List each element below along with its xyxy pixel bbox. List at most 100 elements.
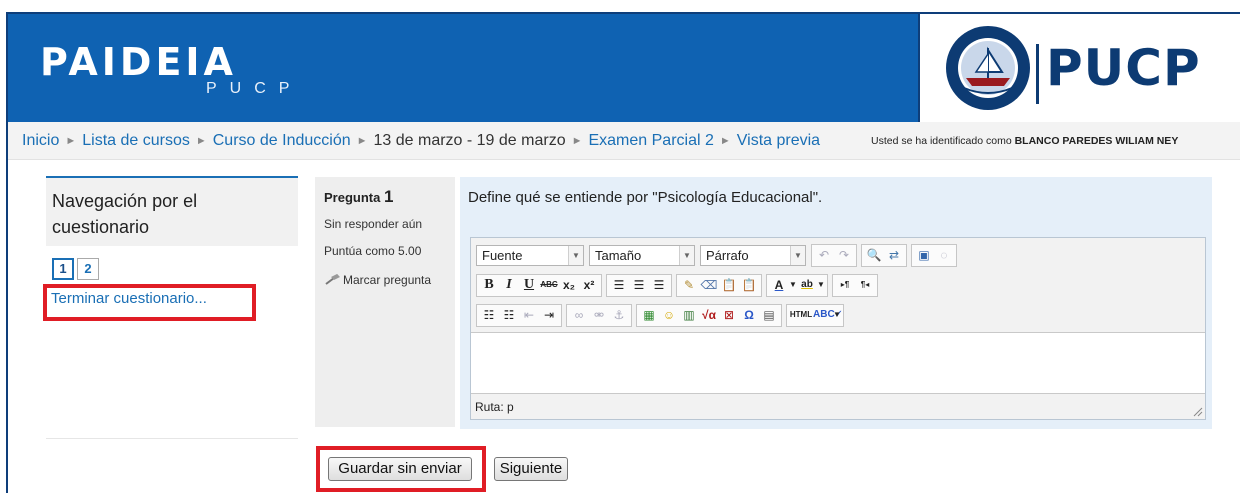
format-select[interactable]: Párrafo ▼ [700,244,806,266]
unlink-icon[interactable]: ⚮ [589,305,609,325]
rtl-icon[interactable]: ¶◂ [855,275,875,295]
text-style-group: B I U ABC x₂ x² [476,273,602,297]
flag-icon [325,274,340,285]
anchor-icon[interactable]: ⚓ [609,305,629,325]
equation-icon[interactable]: √α [699,305,719,325]
bold-icon[interactable]: B [479,275,499,295]
editor-path: Ruta: p [475,400,514,414]
search-group: 🔍 ⇄ [861,243,907,267]
nolink-icon[interactable]: ⊠ [719,305,739,325]
italic-icon[interactable]: I [499,275,519,295]
superscript-icon[interactable]: x² [579,275,599,295]
quiz-question-buttons: 12 [52,258,102,280]
toolbar-row-2: B I U ABC x₂ x² ☰ ☰ ☰ ✎ ⌫ 📋 📋 A ▼ ab ▼ ▸… [476,273,880,297]
breadcrumb-separator-icon: ► [356,135,368,147]
view-group: ▣ ◌ [911,243,957,267]
question-button-2[interactable]: 2 [77,258,99,280]
breadcrumb-separator-icon: ► [65,135,77,147]
chevron-down-icon[interactable]: ▼ [817,275,825,295]
replace-icon[interactable]: ⇄ [884,245,904,265]
breadcrumb-item[interactable]: Examen Parcial 2 [588,132,713,149]
eraser-icon[interactable]: ⌫ [699,275,719,295]
highlight-box-finish [43,284,256,321]
strikethrough-icon[interactable]: ABC [539,275,559,295]
redo-icon[interactable]: ↷ [834,245,854,265]
breadcrumb-item[interactable]: Inicio [22,132,59,149]
paste-word-icon[interactable]: 📋 [739,275,759,295]
flag-question-label: Marcar pregunta [343,273,432,287]
editor-text-area[interactable] [471,334,1205,392]
link-icon[interactable]: ∞ [569,305,589,325]
indent-icon[interactable]: ⇥ [539,305,559,325]
breadcrumb-item[interactable]: Curso de Inducción [213,132,351,149]
question-number: Pregunta 1 [324,187,393,207]
spellcheck-icon[interactable]: ABC✓ [813,305,843,325]
align-right-icon[interactable]: ☰ [649,275,669,295]
text-color-icon[interactable]: A [769,275,789,295]
history-group: ↶ ↷ [811,243,857,267]
rich-text-editor: Fuente ▼ Tamaño ▼ Párrafo ▼ ↶ ↷ 🔍 ⇄ ▣ ◌ … [470,237,1206,420]
pucp-seal-icon [946,26,1030,110]
spellcheck-toggle-icon[interactable]: ◌ [934,245,954,265]
bullet-list-icon[interactable]: ☷ [479,305,499,325]
question-info-panel: Pregunta 1 Sin responder aún Puntúa como… [315,177,455,427]
pucp-brand-text: PUCP [1046,39,1201,97]
breadcrumb-item: 13 de marzo - 19 de marzo [373,132,566,149]
resize-handle-icon[interactable] [1191,405,1203,417]
quiz-navigation-block: Navegación por el cuestionario [46,176,298,246]
question-number-value: 1 [383,187,394,206]
pucp-logo[interactable]: PUCP [918,14,1240,122]
find-icon[interactable]: 🔍 [864,245,884,265]
pucp-divider [1036,44,1039,104]
emoticon-icon[interactable]: ☺ [659,305,679,325]
question-label: Pregunta [324,190,381,205]
highlight-box-save [316,446,486,492]
special-char-icon[interactable]: Ω [739,305,759,325]
numbered-list-icon[interactable]: ☷ [499,305,519,325]
question-grade: Puntúa como 5.00 [324,244,422,258]
paideia-logo-text: PAIDEIA [40,40,237,84]
ltr-icon[interactable]: ▸¶ [835,275,855,295]
undo-icon[interactable]: ↶ [814,245,834,265]
breadcrumb-item[interactable]: Lista de cursos [82,132,190,149]
chevron-down-icon[interactable]: ▼ [789,275,797,295]
next-button[interactable]: Siguiente [494,457,568,481]
chevron-down-icon[interactable]: ▼ [833,305,841,325]
login-user-link[interactable]: BLANCO PAREDES WILIAM NEY [1015,135,1179,147]
subscript-icon[interactable]: x₂ [559,275,579,295]
nav-divider [46,438,298,439]
flag-question-link[interactable]: Marcar pregunta [324,273,431,287]
login-prefix: Usted se ha identificado como [871,135,1012,147]
image-icon[interactable]: ▦ [639,305,659,325]
list-group: ☷ ☷ ⇤ ⇥ [476,303,562,327]
chevron-down-icon: ▼ [568,245,583,265]
toolbar-row-3: ☷ ☷ ⇤ ⇥ ∞ ⚮ ⚓ ▦ ☺ ▥ √α ⊠ Ω ▤ HTML ABC✓ ▼ [476,303,846,327]
format-select-value: Párrafo [706,247,749,263]
color-group: A ▼ ab ▼ [766,273,828,297]
html-source-icon[interactable]: HTML [789,305,813,325]
breadcrumb-separator-icon: ► [195,135,207,147]
size-select-value: Tamaño [595,247,642,263]
highlight-color-icon[interactable]: ab [797,275,817,295]
direction-group: ▸¶ ¶◂ [832,273,878,297]
editor-status-bar: Ruta: p [471,393,1205,419]
editor-toolbar: Fuente ▼ Tamaño ▼ Párrafo ▼ ↶ ↷ 🔍 ⇄ ▣ ◌ … [471,238,1205,333]
font-select[interactable]: Fuente ▼ [476,244,584,266]
fullscreen-icon[interactable]: ▣ [914,245,934,265]
media-icon[interactable]: ▥ [679,305,699,325]
size-select[interactable]: Tamaño ▼ [589,244,695,266]
link-group: ∞ ⚮ ⚓ [566,303,632,327]
question-button-1[interactable]: 1 [52,258,74,280]
underline-icon[interactable]: U [519,275,539,295]
paideia-logo-subtext: PUCP [206,80,303,97]
edit-table-icon[interactable]: ▤ [759,305,779,325]
cleanup-icon[interactable]: ✎ [679,275,699,295]
align-center-icon[interactable]: ☰ [629,275,649,295]
paste-text-icon[interactable]: 📋 [719,275,739,295]
outdent-icon[interactable]: ⇤ [519,305,539,325]
align-left-icon[interactable]: ☰ [609,275,629,295]
paideia-logo[interactable]: PAIDEIA PUCP [40,42,302,98]
login-info: Usted se ha identificado como BLANCO PAR… [871,135,1178,147]
breadcrumb-item[interactable]: Vista previa [737,132,820,149]
question-state: Sin responder aún [324,217,423,231]
